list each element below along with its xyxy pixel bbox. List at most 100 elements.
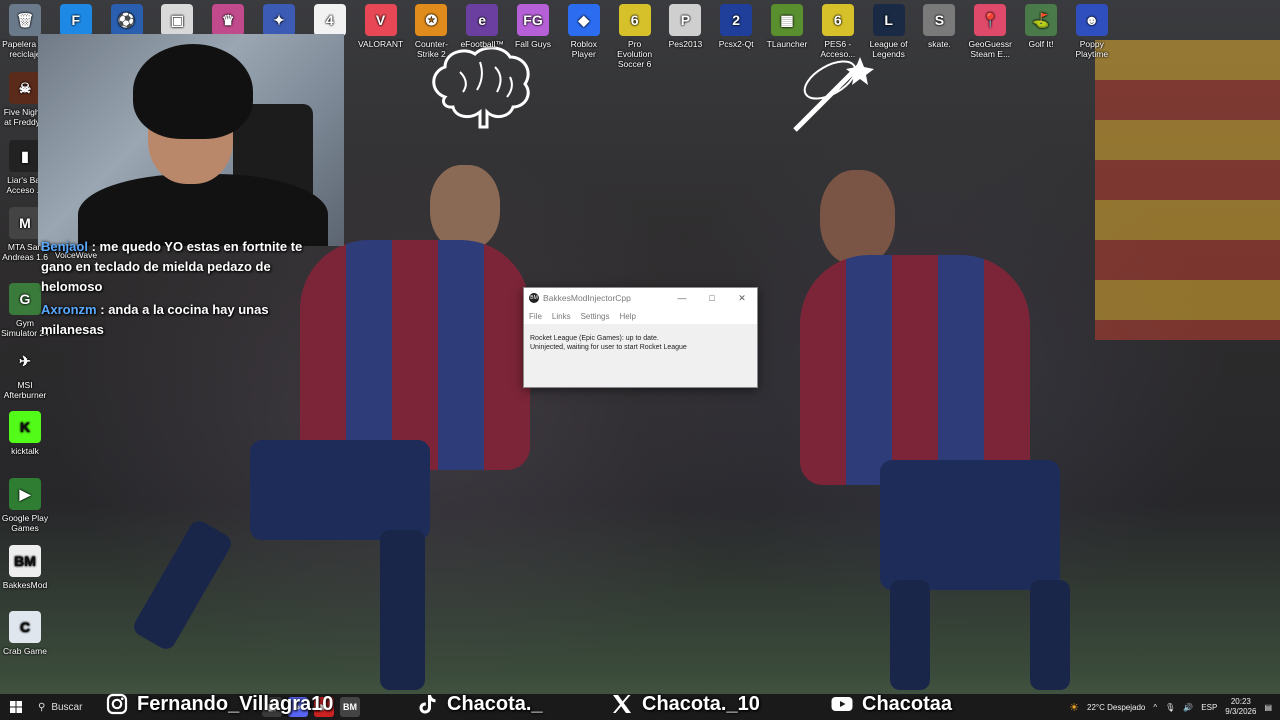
- menu-links[interactable]: Links: [552, 312, 571, 321]
- desktop-icon[interactable]: 📍 GeoGuessr Steam E...: [965, 4, 1015, 59]
- desktop-icon[interactable]: ✪ Counter-Strike 2: [406, 4, 456, 59]
- skate-icon: S: [923, 4, 956, 36]
- window-titlebar[interactable]: BM BakkesModInjectorCpp — □ ✕: [524, 288, 757, 308]
- desktop-icon-label: skate.: [928, 39, 951, 49]
- game-icon-4: ♛: [212, 4, 245, 36]
- status-line-version: Rocket League (Epic Games): up to date.: [530, 335, 659, 342]
- pes6-shortcut-icon: 6: [821, 4, 854, 36]
- start-button[interactable]: [0, 694, 32, 720]
- desktop-icon[interactable]: e eFootball™: [457, 4, 507, 49]
- efootball-icon: e: [466, 4, 499, 36]
- desktop-icon-label: Fall Guys: [515, 39, 551, 49]
- taskbar-app-icon[interactable]: ▶: [314, 697, 334, 717]
- desktop-icon-label: Crab Game: [3, 646, 47, 656]
- system-tray: ☀ 22°C Despejado ^ 🎙 🔊 ESP 20:23 9/3/202…: [1069, 694, 1280, 720]
- chat-message: Benjaol : me quedo YO estas en fortnite …: [41, 237, 331, 297]
- chat-username: Axronzm: [41, 302, 97, 317]
- status-line-injection: Uninjected, waiting for user to start Ro…: [530, 344, 687, 351]
- menu-settings[interactable]: Settings: [581, 312, 610, 321]
- webcam-overlay: [38, 34, 344, 246]
- desktop-icon-label: eFootball™: [460, 39, 504, 49]
- app-f-icon: F: [59, 4, 92, 36]
- window-status-area: Rocket League (Epic Games): up to date. …: [524, 324, 757, 362]
- bakkesmod-injector-window[interactable]: BM BakkesModInjectorCpp — □ ✕ File Links…: [523, 287, 758, 388]
- wallpaper-player-left-leg: [380, 530, 425, 690]
- wallpaper-player-right-head: [820, 170, 895, 265]
- window-menubar: File Links Settings Help: [524, 308, 757, 324]
- bakkesmod-taskbar-icon[interactable]: BM: [340, 697, 360, 717]
- desktop-icon-label: Poppy Playtime: [1075, 39, 1109, 59]
- desktop-icon[interactable]: C Crab Game: [1, 611, 49, 656]
- recycle-bin-icon: 🗑: [9, 4, 41, 36]
- window-title: BakkesModInjectorCpp: [543, 293, 631, 303]
- mta-icon: M: [9, 207, 41, 239]
- chevron-up-icon[interactable]: ^: [1153, 703, 1157, 712]
- volume-icon[interactable]: 🔊: [1183, 703, 1193, 712]
- desktop-icon-label: BakkesMod: [2, 580, 48, 590]
- desktop-icon-label: Pcsx2-Qt: [718, 39, 754, 49]
- rocket-league-icon: ⚽: [110, 4, 143, 36]
- desktop-icon[interactable]: ✈ MSI Afterburner: [1, 345, 49, 400]
- wallpaper-player-right-shorts: [880, 460, 1060, 590]
- clock[interactable]: 20:23 9/3/2026: [1225, 697, 1256, 717]
- desktop-icon[interactable]: P Pes2013: [660, 4, 710, 49]
- weather-text[interactable]: 22°C Despejado: [1087, 703, 1145, 712]
- msi-afterburner-icon: ✈: [9, 345, 41, 377]
- desktop-icon[interactable]: Kkicktalk: [1, 411, 49, 456]
- desktop-icon[interactable]: ▦ TLauncher: [762, 4, 812, 49]
- roblox-icon: ◆: [567, 4, 600, 36]
- desktop-icon[interactable]: 6 Pro Evolution Soccer 6: [610, 4, 660, 69]
- wallpaper-player-right-leg: [890, 580, 930, 690]
- taskbar: ⚲ Buscar ▦ ◕ ▶ BM ☀ 22°C Despejado ^ 🎙 🔊…: [0, 694, 1280, 720]
- taskbar-search[interactable]: ⚲ Buscar: [32, 702, 116, 713]
- desktop-icon-label: PES6 - Acceso...: [820, 39, 856, 59]
- discord-icon[interactable]: ◕: [288, 697, 308, 717]
- desktop-icon[interactable]: Sskate.: [914, 4, 964, 49]
- counter-strike-icon: ✪: [415, 4, 448, 36]
- google-play-games-icon: ▶: [9, 478, 41, 510]
- menu-file[interactable]: File: [529, 312, 542, 321]
- chat-message: Axronzm : anda a la cocina hay unas mila…: [41, 300, 331, 340]
- poppy-playtime-icon: ☻: [1075, 4, 1108, 36]
- desktop-icon-label: Google Play Games: [1, 513, 49, 533]
- chat-username: Benjaol: [41, 239, 88, 254]
- desktop-icon-label: Pro Evolution Soccer 6: [617, 39, 653, 69]
- maximize-button[interactable]: □: [697, 293, 727, 303]
- bakkesmod-icon: BM: [9, 545, 41, 577]
- valorant-icon: V: [364, 4, 397, 36]
- crab-game-icon: C: [9, 611, 41, 643]
- desktop-icon[interactable]: FG Fall Guys: [508, 4, 558, 49]
- desktop-icon[interactable]: ☻ Poppy Playtime: [1067, 4, 1117, 59]
- desktop-icon[interactable]: L League of Legends: [864, 4, 914, 59]
- minimize-button[interactable]: —: [667, 293, 697, 303]
- weather-icon: ☀: [1069, 701, 1080, 714]
- desktop-icon-label: Roblox Player: [570, 39, 598, 59]
- wallpaper-player-left-leg: [130, 517, 235, 653]
- wallpaper-player-left-shorts: [250, 440, 430, 540]
- desktop-icon[interactable]: ◆ Roblox Player: [559, 4, 609, 59]
- desktop-icon[interactable]: BM BakkesMod: [1, 545, 49, 590]
- language-indicator[interactable]: ESP: [1201, 703, 1217, 712]
- desktop-icon[interactable]: V VALORANT: [356, 4, 406, 49]
- desktop-icon[interactable]: ▶ Google Play Games: [1, 478, 49, 533]
- desktop-icon-label: Counter-Strike 2: [414, 39, 448, 59]
- desktop-icon-label: Pes2013: [668, 39, 703, 49]
- notifications-icon[interactable]: ▤: [1264, 703, 1272, 712]
- desktop-icon-label: TLauncher: [766, 39, 808, 49]
- taskbar-app-icon[interactable]: ▦: [262, 697, 282, 717]
- microphone-icon[interactable]: 🎙: [1165, 703, 1175, 712]
- wallpaper-player-right-body: [800, 255, 1030, 485]
- gym-simulator-icon: G: [9, 283, 41, 315]
- wallpaper-player-right-leg: [1030, 580, 1070, 690]
- search-label: Buscar: [51, 701, 83, 713]
- desktop-icon[interactable]: 6 PES6 - Acceso...: [813, 4, 863, 59]
- bakkesmod-logo-icon: BM: [529, 293, 539, 303]
- wallpaper-player-left-body: [300, 240, 530, 470]
- desktop-icon[interactable]: ⛳ Golf It!: [1016, 4, 1066, 49]
- menu-help[interactable]: Help: [619, 312, 635, 321]
- wallpaper-flag: [1095, 40, 1280, 340]
- webcam-person-hair: [133, 44, 253, 139]
- close-button[interactable]: ✕: [727, 293, 757, 304]
- desktop-icon[interactable]: 2 Pcsx2-Qt: [711, 4, 761, 49]
- desktop-icon-label: Golf It!: [1028, 39, 1054, 49]
